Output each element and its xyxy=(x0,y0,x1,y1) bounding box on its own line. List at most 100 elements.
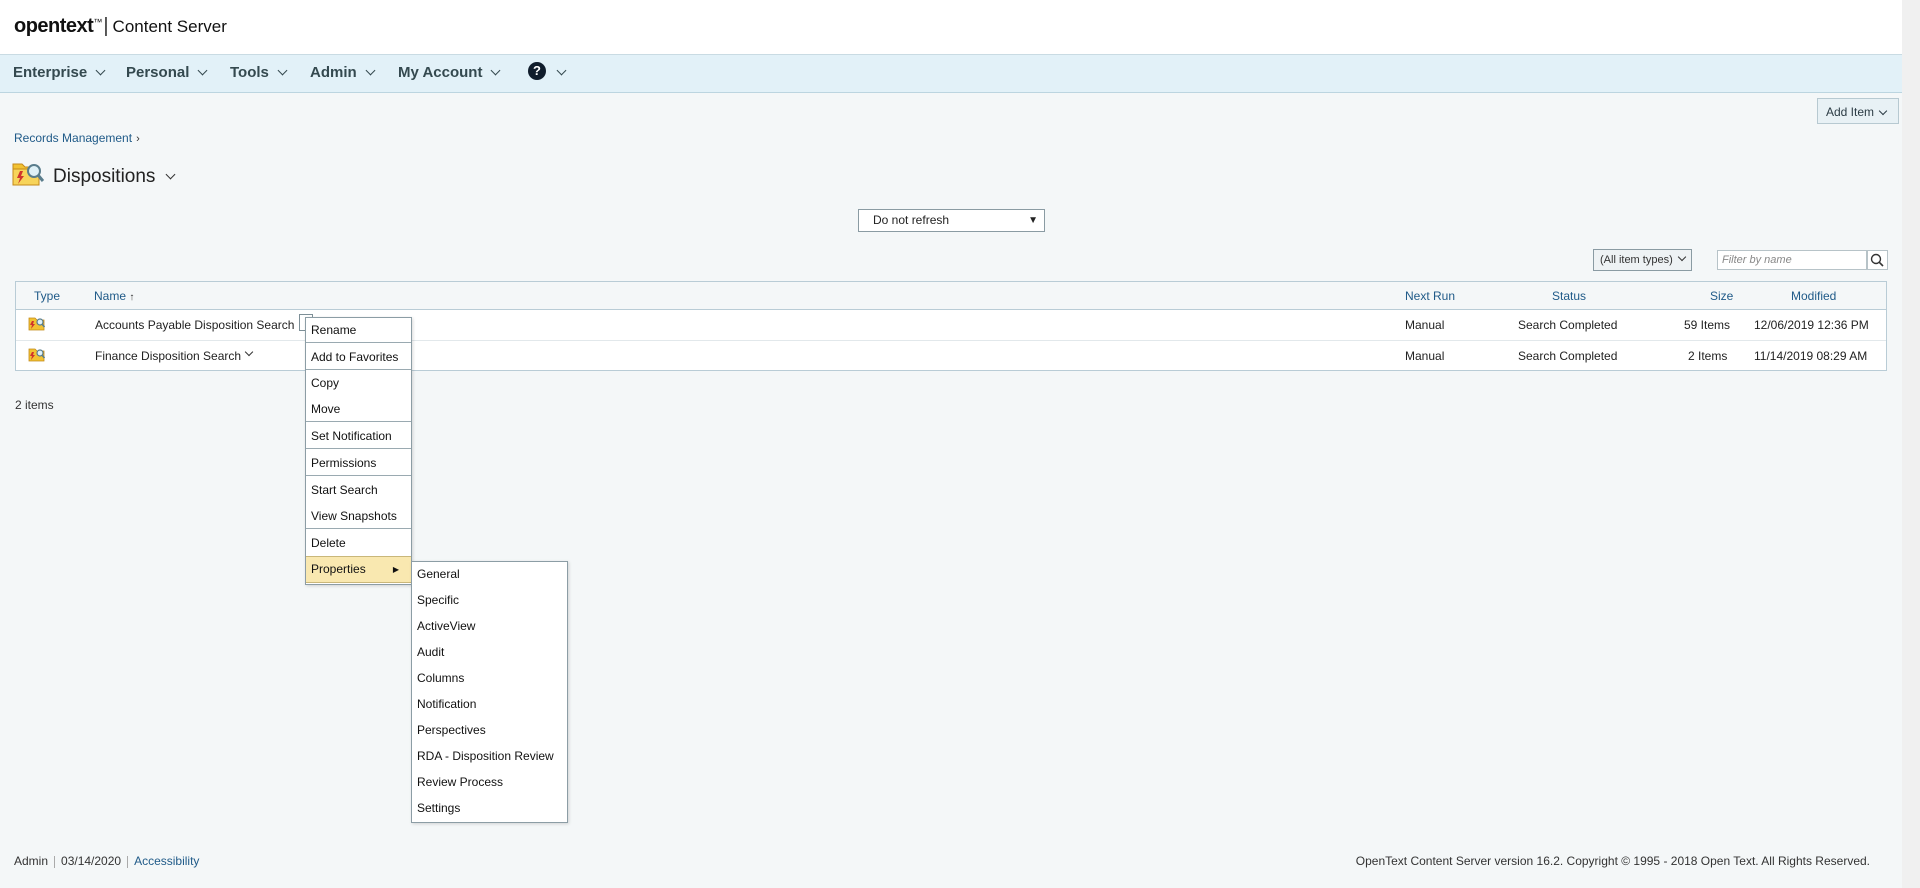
submenu-item-specific[interactable]: Specific xyxy=(412,593,567,607)
breadcrumb-separator: › xyxy=(136,133,140,145)
nav-enterprise-label: Enterprise xyxy=(13,64,88,81)
nav-admin[interactable]: Admin xyxy=(310,55,376,92)
menu-item-permissions[interactable]: Permissions xyxy=(306,456,411,470)
row-size: 59 Items xyxy=(1684,318,1731,332)
row-size: 2 Items xyxy=(1688,349,1728,363)
menu-item-view-snapshots[interactable]: View Snapshots xyxy=(306,509,411,523)
disposition-folder-icon xyxy=(12,163,44,186)
item-type-select[interactable]: (All item types) xyxy=(1593,249,1692,271)
refresh-select-value: Do not refresh xyxy=(873,213,950,227)
opentext-logo[interactable]: opentext™| Content Server xyxy=(14,15,227,38)
add-item-label: Add Item xyxy=(1826,105,1875,119)
table-header: Type Name ↑ Next Run Status Size Modifie… xyxy=(16,282,1886,310)
menu-divider xyxy=(306,421,411,422)
chevron-down-icon xyxy=(197,65,208,76)
footer-date: 03/14/2020 xyxy=(61,854,122,868)
column-header-name-label: Name xyxy=(94,289,127,303)
chevron-down-icon xyxy=(1878,106,1888,116)
menu-divider xyxy=(306,528,411,529)
chevron-down-icon xyxy=(365,65,376,76)
nav-tools-label: Tools xyxy=(230,64,269,81)
submenu-item-review-process[interactable]: Review Process xyxy=(412,775,567,789)
submenu-item-settings[interactable]: Settings xyxy=(412,801,567,815)
search-button[interactable] xyxy=(1867,250,1888,270)
nav-personal-label: Personal xyxy=(126,64,190,81)
column-header-size[interactable]: Size xyxy=(1710,289,1733,303)
menu-divider xyxy=(306,475,411,476)
submenu-item-perspectives[interactable]: Perspectives xyxy=(412,723,567,737)
submenu-item-notification[interactable]: Notification xyxy=(412,697,567,711)
page-title[interactable]: Dispositions xyxy=(53,166,176,188)
submenu-item-general[interactable]: General xyxy=(412,567,567,581)
column-header-type[interactable]: Type xyxy=(34,289,60,303)
menu-item-properties[interactable]: Properties ▶ xyxy=(306,556,411,583)
nav-my-account[interactable]: My Account xyxy=(398,55,501,92)
filter-by-name-input[interactable] xyxy=(1717,250,1867,270)
chevron-down-icon xyxy=(1677,252,1686,262)
row-name-link[interactable]: Finance Disposition Search xyxy=(95,349,241,363)
menu-item-rename[interactable]: Rename xyxy=(306,323,411,337)
submenu-arrow-icon: ▶ xyxy=(392,565,399,574)
chevron-down-icon xyxy=(165,169,176,180)
submenu-item-activeview[interactable]: ActiveView xyxy=(412,619,567,633)
logo-brand: opentext xyxy=(14,15,94,37)
window-scrollbar[interactable] xyxy=(1902,0,1920,888)
menu-item-add-to-favorites[interactable]: Add to Favorites xyxy=(306,350,411,364)
logo-trademark: ™ xyxy=(93,17,103,27)
page-title-text: Dispositions xyxy=(53,166,156,187)
column-header-next-run[interactable]: Next Run xyxy=(1405,289,1455,303)
nav-help[interactable]: ? xyxy=(528,55,567,92)
sort-ascending-icon: ↑ xyxy=(129,292,135,303)
menu-item-properties-label: Properties xyxy=(311,562,366,576)
breadcrumb: Records Management › xyxy=(14,131,140,145)
menu-item-delete[interactable]: Delete xyxy=(306,536,411,550)
menu-item-copy[interactable]: Copy xyxy=(306,376,411,390)
row-next-run: Manual xyxy=(1405,318,1445,332)
menu-item-move[interactable]: Move xyxy=(306,402,411,416)
menu-item-start-search[interactable]: Start Search xyxy=(306,483,411,497)
footer-divider xyxy=(54,855,56,868)
footer-copyright: OpenText Content Server version 16.2. Co… xyxy=(1355,854,1870,868)
chevron-down-icon xyxy=(556,65,567,76)
dropdown-arrow-icon: ▼ xyxy=(1028,215,1038,226)
breadcrumb-records-management[interactable]: Records Management xyxy=(14,131,132,145)
menu-item-set-notification[interactable]: Set Notification xyxy=(306,429,411,443)
row-status: Search Completed xyxy=(1518,318,1618,332)
column-header-status[interactable]: Status xyxy=(1552,289,1586,303)
items-table: Type Name ↑ Next Run Status Size Modifie… xyxy=(15,281,1887,371)
row-name-link[interactable]: Accounts Payable Disposition Search xyxy=(95,318,294,332)
table-row[interactable]: Accounts Payable Disposition Search Manu… xyxy=(16,310,1886,341)
properties-submenu: General Specific ActiveView Audit Column… xyxy=(411,561,568,823)
item-count: 2 items xyxy=(15,398,54,412)
menu-divider xyxy=(306,369,411,370)
chevron-down-icon xyxy=(491,65,501,76)
chevron-down-icon xyxy=(95,65,106,76)
chevron-down-icon[interactable] xyxy=(244,347,254,357)
chevron-down-icon xyxy=(277,65,288,76)
nav-tools[interactable]: Tools xyxy=(230,55,288,92)
row-modified: 12/06/2019 12:36 PM xyxy=(1754,318,1869,332)
submenu-item-rda-disposition-review[interactable]: RDA - Disposition Review xyxy=(412,749,567,763)
logo-separator: | xyxy=(103,15,109,37)
row-status: Search Completed xyxy=(1518,349,1618,363)
column-header-name[interactable]: Name ↑ xyxy=(94,289,134,303)
page-footer: Admin 03/14/2020 Accessibility OpenText Co… xyxy=(0,851,1902,875)
search-icon xyxy=(1870,253,1884,267)
submenu-item-columns[interactable]: Columns xyxy=(412,671,567,685)
add-item-button[interactable]: Add Item xyxy=(1817,98,1899,124)
column-header-modified[interactable]: Modified xyxy=(1791,289,1836,303)
disposition-search-icon xyxy=(28,317,45,331)
refresh-select[interactable]: Do not refresh ▼ xyxy=(858,209,1045,232)
row-context-menu: Rename Add to Favorites Copy Move Set No… xyxy=(305,317,412,585)
item-type-select-value: (All item types) xyxy=(1600,254,1673,266)
accessibility-link[interactable]: Accessibility xyxy=(134,854,199,868)
app-header: opentext™| Content Server xyxy=(0,0,1902,55)
submenu-item-audit[interactable]: Audit xyxy=(412,645,567,659)
table-row[interactable]: Finance Disposition Search Manual Search… xyxy=(16,341,1886,371)
nav-personal[interactable]: Personal xyxy=(126,55,208,92)
footer-user: Admin xyxy=(14,854,49,868)
disposition-search-icon xyxy=(28,348,45,362)
nav-admin-label: Admin xyxy=(310,64,357,81)
nav-enterprise[interactable]: Enterprise xyxy=(13,55,106,92)
nav-my-account-label: My Account xyxy=(398,64,483,81)
